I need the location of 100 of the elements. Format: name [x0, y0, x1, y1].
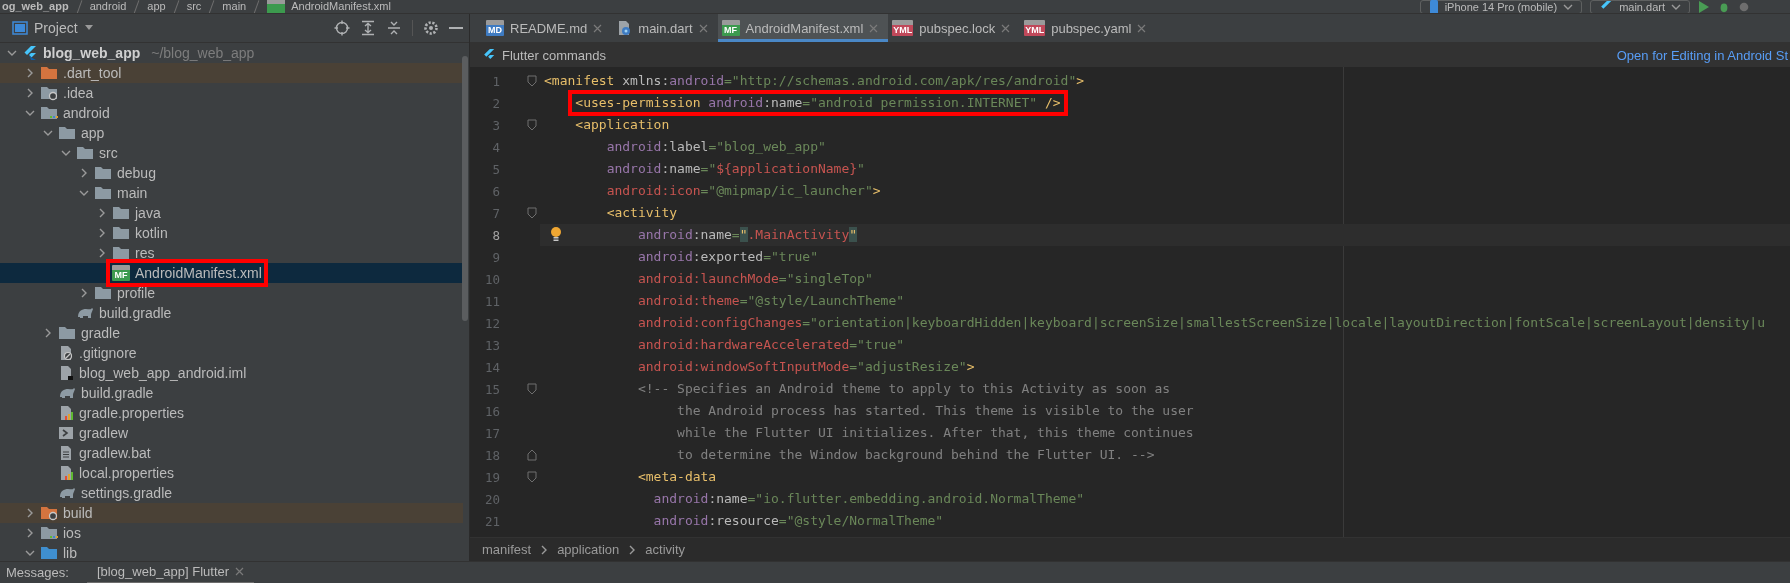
fold-marker-icon[interactable]: [527, 119, 537, 131]
tree-item[interactable]: ios: [63, 525, 81, 541]
breadcrumb-item[interactable]: main: [222, 0, 247, 13]
panel-title[interactable]: Project: [34, 20, 78, 36]
open-editor-link[interactable]: Open for Editing in Android St: [1616, 47, 1788, 63]
breadcrumb-item[interactable]: application: [557, 542, 620, 557]
fold-marker-icon[interactable]: [527, 449, 537, 461]
tree-item[interactable]: build.gradle: [99, 305, 172, 321]
tree-row[interactable]: gradle: [0, 323, 463, 343]
tree-item[interactable]: src: [99, 145, 118, 161]
notification-title: Flutter commands: [502, 47, 607, 63]
tree-item[interactable]: main: [117, 185, 148, 201]
device-selector[interactable]: iPhone 14 Pro (mobile): [1419, 0, 1583, 13]
tree-row[interactable]: gradlew: [0, 423, 463, 443]
tree-row[interactable]: java: [0, 203, 463, 223]
messages-tab[interactable]: [blog_web_app] Flutter: [86, 561, 255, 583]
tree-row[interactable]: build: [0, 503, 463, 523]
line-number: 1: [491, 73, 500, 89]
tree-item[interactable]: java: [135, 205, 161, 221]
tree-item[interactable]: profile: [117, 285, 156, 301]
play-icon[interactable]: [1698, 0, 1710, 13]
tree-row[interactable]: profile: [0, 283, 463, 303]
close-icon[interactable]: [1137, 23, 1147, 33]
fold-marker-icon[interactable]: [527, 383, 537, 395]
settings-icon[interactable]: [423, 20, 439, 36]
tree-item[interactable]: blog_web_app: [43, 45, 141, 61]
tree-item[interactable]: gradle.properties: [79, 405, 185, 421]
tree-row[interactable]: .dart_tool: [0, 63, 463, 83]
tree-row[interactable]: app: [0, 123, 463, 143]
tree-item[interactable]: .idea: [63, 85, 94, 101]
minimize-icon[interactable]: [449, 26, 463, 30]
tree-item[interactable]: lib: [63, 545, 77, 561]
breadcrumb-item[interactable]: activity: [645, 542, 686, 557]
tree-row[interactable]: settings.gradle: [0, 483, 463, 503]
tree-item[interactable]: .dart_tool: [63, 65, 122, 81]
tree-item[interactable]: gradlew: [79, 425, 129, 441]
tree-item[interactable]: kotlin: [135, 225, 168, 241]
tree-item[interactable]: gradle: [81, 325, 120, 341]
tree-row[interactable]: blog_web_app ~/blog_web_app: [0, 43, 463, 63]
expand-all-icon[interactable]: [360, 20, 376, 36]
breadcrumb-item[interactable]: src: [186, 0, 202, 13]
tree-item[interactable]: build.gradle: [81, 385, 154, 401]
scrollbar-thumb[interactable]: [462, 56, 468, 321]
editor-tab[interactable]: MD README.md: [482, 14, 613, 42]
close-icon[interactable]: [698, 23, 708, 33]
tree-row[interactable]: ios: [0, 523, 463, 543]
tree-row[interactable]: gradlew.bat: [0, 443, 463, 463]
tree-item[interactable]: debug: [117, 165, 156, 181]
tree-item[interactable]: blog_web_app_android.iml: [79, 365, 247, 381]
fold-marker-icon[interactable]: [527, 75, 537, 87]
tree-item[interactable]: .gitignore: [79, 345, 137, 361]
tree-item[interactable]: app: [81, 125, 105, 141]
tree-item[interactable]: android: [63, 105, 110, 121]
module-folder-icon: [40, 105, 58, 121]
tree-row[interactable]: res: [0, 243, 463, 263]
close-icon[interactable]: [235, 567, 245, 576]
tree-row[interactable]: main: [0, 183, 463, 203]
tree-row[interactable]: kotlin: [0, 223, 463, 243]
chevron-icon[interactable]: [79, 288, 89, 298]
tree-row[interactable]: android: [0, 103, 463, 123]
tree-item[interactable]: local.properties: [79, 465, 174, 481]
breadcrumb-item[interactable]: AndroidManifest.xml: [291, 0, 391, 13]
chevron-icon[interactable]: [43, 328, 53, 338]
tree-row[interactable]: debug: [0, 163, 463, 183]
breadcrumb-item[interactable]: og_web_app: [2, 0, 69, 13]
editor-tab[interactable]: YML pubspec.lock: [888, 14, 1021, 42]
editor-tab[interactable]: YML pubspec.yaml: [1020, 14, 1157, 42]
tree-row[interactable]: blog_web_app_android.iml: [0, 363, 463, 383]
breadcrumb-item[interactable]: app: [147, 0, 166, 13]
tree-row[interactable]: lib: [0, 543, 463, 561]
tree-row[interactable]: gradle.properties: [0, 403, 463, 423]
tree-row[interactable]: build.gradle: [0, 383, 463, 403]
caret-icon[interactable]: [83, 24, 94, 32]
lightbulb-icon[interactable]: [550, 226, 562, 242]
locate-icon[interactable]: [334, 20, 350, 36]
tree-row[interactable]: src: [0, 143, 463, 163]
tree-row[interactable]: .idea: [0, 83, 463, 103]
line-number: 15: [483, 381, 500, 397]
tree-row[interactable]: .gitignore: [0, 343, 463, 363]
tree-item[interactable]: res: [135, 245, 155, 261]
breadcrumb-item[interactable]: android: [89, 0, 127, 13]
folder-icon: [58, 125, 76, 141]
run-config-selector[interactable]: main.dart: [1590, 0, 1690, 13]
close-icon[interactable]: [593, 23, 603, 33]
file-type-icon: MF: [721, 20, 740, 36]
close-icon[interactable]: [1001, 23, 1011, 33]
tree-item[interactable]: gradlew.bat: [79, 445, 151, 461]
tree-item[interactable]: build: [63, 505, 93, 521]
fold-marker-icon[interactable]: [527, 207, 537, 219]
line-number: 16: [483, 403, 500, 419]
breadcrumb-item[interactable]: manifest: [482, 542, 532, 557]
line-number: 4: [491, 139, 500, 155]
tree-item[interactable]: AndroidManifest.xml: [135, 265, 262, 281]
fold-marker-icon[interactable]: [527, 471, 537, 483]
editor-tab[interactable]: main.dart: [612, 14, 718, 42]
tree-row[interactable]: build.gradle: [0, 303, 463, 323]
editor-tab[interactable]: MF AndroidManifest.xml: [717, 14, 889, 42]
tree-item[interactable]: settings.gradle: [81, 485, 173, 501]
tree-row[interactable]: local.properties: [0, 463, 463, 483]
collapse-all-icon[interactable]: [386, 20, 402, 36]
